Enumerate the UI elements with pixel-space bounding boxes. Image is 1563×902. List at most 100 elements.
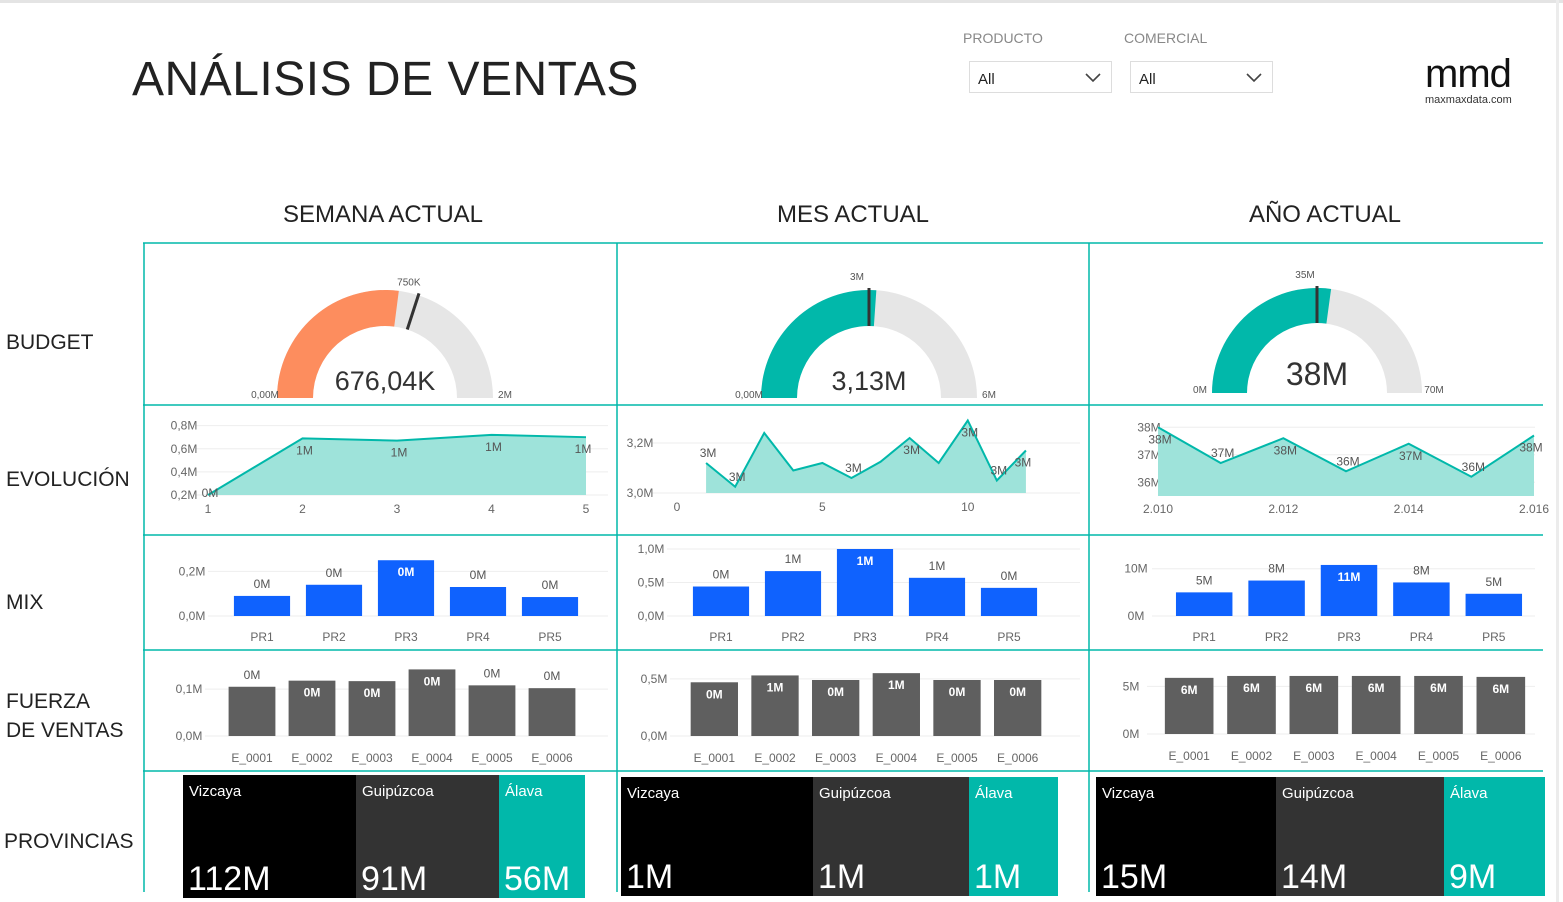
y-tick-label: 0,0M xyxy=(641,729,668,743)
x-tick-label: 2.012 xyxy=(1268,502,1298,516)
x-tick-label: E_0005 xyxy=(471,751,513,765)
provincia-value: 56M xyxy=(504,860,571,898)
x-tick-label: PR5 xyxy=(538,630,562,644)
data-label: 0M xyxy=(713,568,730,582)
provincia-name: Guipúzcoa xyxy=(1282,785,1354,802)
provincia-value: 15M xyxy=(1101,858,1168,896)
x-tick-label: 2.014 xyxy=(1394,502,1424,516)
provincia-tile[interactable]: Álava 1M xyxy=(969,777,1058,896)
bar-chart-6: 0M 5M 6M E_0001 6M E_0002 6M E_0003 6M E_0004 6M E_… xyxy=(1123,675,1535,763)
x-tick-label: 3 xyxy=(394,502,401,516)
x-tick-label: E_0002 xyxy=(1231,749,1273,763)
bar xyxy=(908,577,966,616)
x-tick-label: E_0004 xyxy=(876,751,918,765)
provincia-value: 112M xyxy=(188,860,271,898)
provincia-name: Álava xyxy=(1450,785,1488,802)
data-label: 6M xyxy=(1368,681,1385,695)
provincia-name: Vizcaya xyxy=(1102,785,1155,802)
bar xyxy=(449,587,507,616)
bar xyxy=(305,584,363,616)
provincia-tile[interactable]: Vizcaya 15M xyxy=(1096,777,1276,896)
y-tick-label: 1,0M xyxy=(638,542,665,556)
x-tick-label: PR4 xyxy=(925,630,949,644)
provincia-name: Álava xyxy=(975,785,1013,802)
gauge-max-label: 6M xyxy=(982,390,996,401)
gauge-min-label: 0,00M xyxy=(251,390,279,401)
bar xyxy=(764,571,822,616)
x-tick-label: PR3 xyxy=(1337,630,1361,644)
y-tick-label: 0,2M xyxy=(179,564,206,578)
x-tick-label: E_0002 xyxy=(754,751,796,765)
x-tick-label: E_0001 xyxy=(231,751,273,765)
gauge-max-label: 70M xyxy=(1424,385,1443,396)
data-label: 36M xyxy=(1336,454,1359,468)
bar-chart-1: 0,0M 0,2M 0M PR1 0M PR2 0M PR3 0M PR4 0M PR5 xyxy=(179,560,608,644)
provincia-name: Vizcaya xyxy=(627,785,680,802)
data-label: 0M xyxy=(424,674,441,688)
x-tick-label: E_0005 xyxy=(1418,749,1460,763)
provincia-value: 1M xyxy=(818,858,866,896)
data-label: 8M xyxy=(1268,562,1285,576)
provincia-tile[interactable]: Vizcaya 1M xyxy=(621,777,813,896)
provincia-tile[interactable]: Vizcaya 112M xyxy=(183,775,356,898)
data-label: 0M xyxy=(202,486,219,500)
data-label: 38M xyxy=(1148,432,1171,446)
x-tick-label: 2 xyxy=(299,502,306,516)
x-tick-label: E_0003 xyxy=(351,751,393,765)
data-label: 0M xyxy=(827,685,844,699)
area-chart-3: 36M37M38M38M37M 38M36M 37M36M38M2.010 2.012… xyxy=(1137,420,1549,516)
y-tick-label: 0M xyxy=(1128,609,1145,623)
data-label: 3M xyxy=(729,470,746,484)
x-tick-label: 2.010 xyxy=(1143,502,1173,516)
gauge-3: 35M 0M 70M 38M xyxy=(1193,270,1444,396)
area-chart-2: 3,0M 3,2M 3M 3M 3M 3M 3M 3M 3M 0 5 10 xyxy=(627,418,1080,514)
data-label: 6M xyxy=(1430,681,1447,695)
data-label: 37M xyxy=(1399,449,1422,463)
y-tick-label: 0,8M xyxy=(171,419,198,433)
y-tick-label: 0,0M xyxy=(176,729,203,743)
data-label: 1M xyxy=(888,678,905,692)
provincia-name: Guipúzcoa xyxy=(819,785,891,802)
data-label: 0M xyxy=(706,687,723,701)
data-label: 3M xyxy=(845,461,862,475)
gauge-2: 3M 0,00M 6M 3,13M xyxy=(735,272,996,401)
provincia-name: Álava xyxy=(505,783,543,800)
x-tick-label: PR4 xyxy=(466,630,490,644)
bar xyxy=(468,685,516,736)
gauge-target-label: 35M xyxy=(1295,270,1314,281)
data-label: 6M xyxy=(1305,681,1322,695)
data-label: 1M xyxy=(391,446,408,460)
y-tick-label: 0,4M xyxy=(171,465,198,479)
x-tick-label: PR1 xyxy=(250,630,274,644)
provincia-tile[interactable]: Guipúzcoa 14M xyxy=(1276,777,1444,896)
y-tick-label: 0,2M xyxy=(171,488,198,502)
x-tick-label: 5 xyxy=(819,500,826,514)
x-tick-label: E_0005 xyxy=(936,751,978,765)
data-label: 1M xyxy=(767,680,784,694)
provincia-tile[interactable]: Guipúzcoa 91M xyxy=(356,775,499,898)
dashboard-charts: 750K0,00M 2M676,04K3M0,00M 6M3,13M35M0M 70M… xyxy=(143,242,1549,892)
data-label: 6M xyxy=(1243,681,1260,695)
x-tick-label: E_0002 xyxy=(291,751,333,765)
gauge-min-label: 0,00M xyxy=(735,390,763,401)
x-tick-label: PR5 xyxy=(1482,630,1506,644)
y-tick-label: 0,5M xyxy=(641,672,668,686)
bar xyxy=(528,688,576,736)
data-label: 38M xyxy=(1519,441,1542,455)
provincia-tile[interactable]: Guipúzcoa 1M xyxy=(813,777,969,896)
bar xyxy=(233,595,291,616)
provincia-name: Guipúzcoa xyxy=(362,783,434,800)
y-tick-label: 37M xyxy=(1137,448,1160,462)
bar xyxy=(228,686,276,736)
x-tick-label: PR2 xyxy=(1265,630,1289,644)
bar xyxy=(1465,593,1523,616)
x-tick-label: 4 xyxy=(488,502,495,516)
provincia-tile[interactable]: Álava 56M xyxy=(499,775,585,898)
provincia-value: 9M xyxy=(1449,858,1497,896)
data-label: 1M xyxy=(785,552,802,566)
y-tick-label: 3,0M xyxy=(627,486,654,500)
data-label: 37M xyxy=(1211,446,1234,460)
area-fill xyxy=(208,434,586,495)
provincia-tile[interactable]: Álava 9M xyxy=(1444,777,1545,896)
bar-chart-3: 0M 10M 5M PR1 8M PR2 11M PR3 8M PR4 5M PR5 xyxy=(1124,562,1535,644)
